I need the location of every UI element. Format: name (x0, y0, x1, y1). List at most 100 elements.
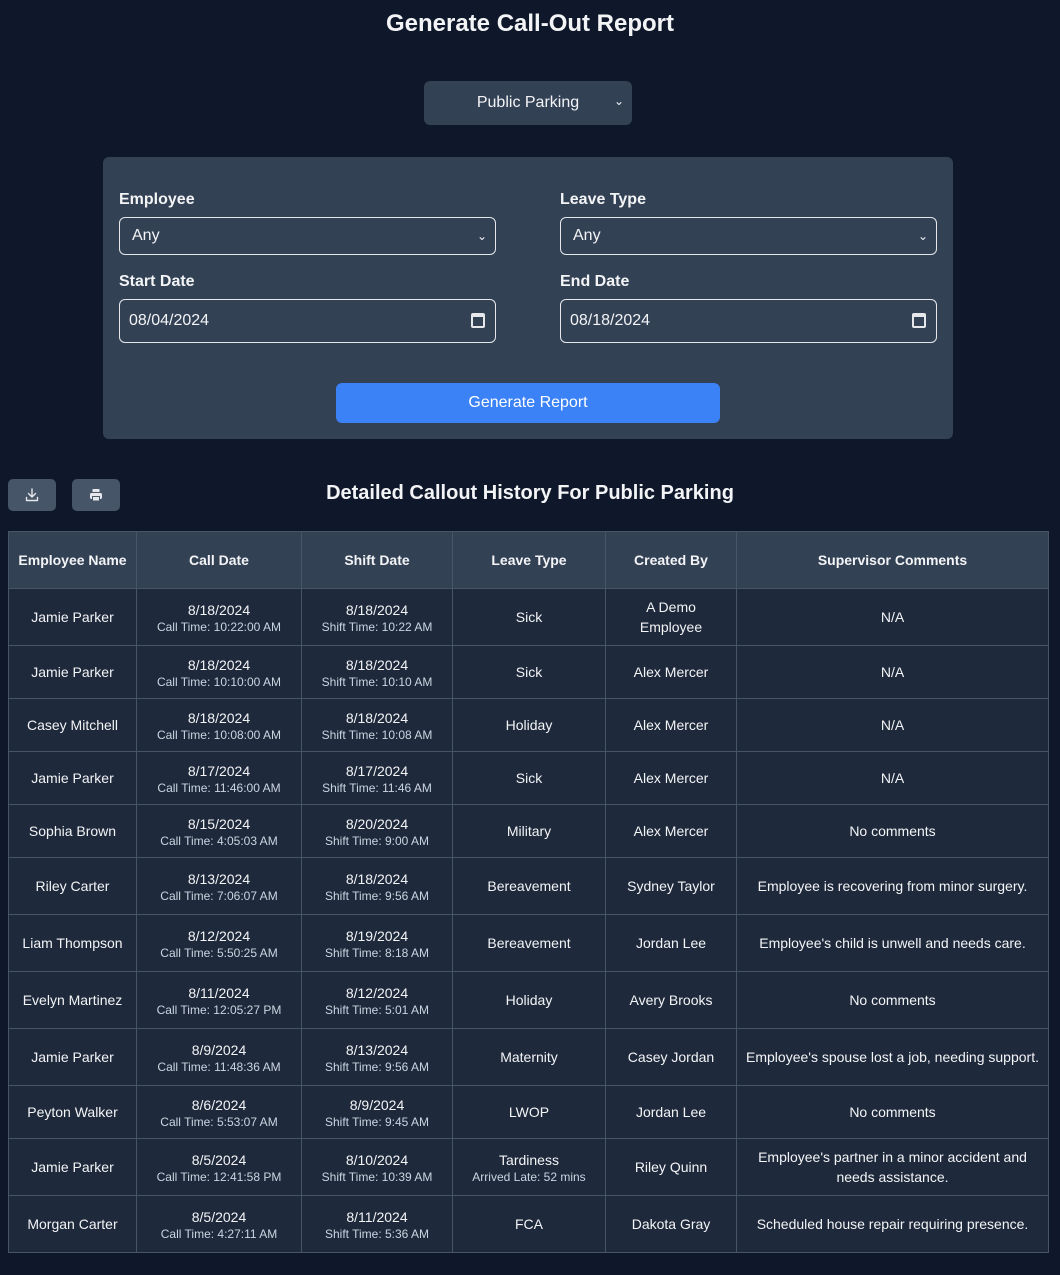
leave-type-cell: Holiday (452, 971, 606, 1029)
supervisor-comment: Employee is recovering from minor surger… (757, 878, 1028, 894)
call-date: 8/18/2024 (187, 657, 251, 673)
shift-date: 8/18/2024 (345, 657, 409, 673)
shift-time: Shift Time: 5:36 AM (324, 1227, 430, 1241)
supervisor-comments-cell: Employee's spouse lost a job, needing su… (736, 1028, 1049, 1086)
employee-name: Jamie Parker (31, 1159, 114, 1175)
shift-date-cell: 8/18/2024 Shift Time: 10:10 AM (301, 645, 453, 699)
created-by: Jordan Lee (635, 935, 707, 951)
chevron-down-icon: ⌄ (613, 94, 624, 108)
supervisor-comment: Employee's spouse lost a job, needing su… (746, 1049, 1039, 1065)
leave-type-cell: Tardiness Arrived Late: 52 mins (452, 1138, 606, 1196)
shift-date: 8/19/2024 (345, 928, 409, 944)
created-by-cell: Sydney Taylor (605, 857, 737, 915)
employee-select[interactable]: Any ⌄ (119, 217, 496, 255)
employee-name: Jamie Parker (31, 770, 114, 786)
shift-date-cell: 8/10/2024 Shift Time: 10:39 AM (301, 1138, 453, 1196)
leave-type: Holiday (505, 717, 553, 733)
leave-type-cell: Military (452, 804, 606, 858)
leave-type: Sick (515, 664, 543, 680)
employee-name-cell: Riley Carter (8, 857, 137, 915)
leave-type-cell: Holiday (452, 698, 606, 752)
employee-name: Sophia Brown (28, 823, 117, 839)
employee-name: Jamie Parker (31, 664, 114, 680)
shift-time: Shift Time: 8:18 AM (324, 946, 430, 960)
location-select[interactable]: Public Parking ⌄ (424, 81, 632, 125)
call-time: Call Time: 10:10:00 AM (156, 675, 282, 689)
call-time: Call Time: 12:05:27 PM (156, 1003, 282, 1017)
supervisor-comments-cell: N/A (736, 645, 1049, 699)
call-date-cell: 8/18/2024 Call Time: 10:22:00 AM (136, 588, 302, 646)
header-leave-type: Leave Type (452, 531, 606, 589)
employee-name: Jamie Parker (31, 609, 114, 625)
generate-report-button[interactable]: Generate Report (336, 383, 720, 423)
calendar-icon[interactable] (471, 313, 485, 328)
chevron-down-icon: ⌄ (917, 229, 928, 243)
shift-time: Shift Time: 10:10 AM (321, 675, 433, 689)
shift-time: Shift Time: 10:08 AM (321, 728, 433, 742)
supervisor-comment: N/A (880, 717, 905, 733)
supervisor-comment: Employee's child is unwell and needs car… (759, 935, 1026, 951)
call-time: Call Time: 12:41:58 PM (156, 1170, 282, 1184)
leave-type-cell: Sick (452, 645, 606, 699)
call-date: 8/18/2024 (187, 710, 251, 726)
supervisor-comment: No comments (849, 823, 936, 839)
employee-name-cell: Jamie Parker (8, 645, 137, 699)
end-date-label: End Date (560, 273, 630, 290)
table-row: Liam Thompson 8/12/2024 Call Time: 5:50:25… (8, 914, 1049, 972)
end-date-input[interactable]: 08/18/2024 (560, 299, 937, 343)
call-date: 8/5/2024 (191, 1209, 247, 1225)
shift-date: 8/11/2024 (346, 1209, 408, 1225)
leave-type: Bereavement (487, 935, 571, 951)
shift-date-cell: 8/17/2024 Shift Time: 11:46 AM (301, 751, 453, 805)
call-time: Call Time: 7:06:07 AM (160, 889, 278, 903)
location-select-value: Public Parking (476, 94, 580, 111)
leave-type: Tardiness (499, 1152, 559, 1168)
header-supervisor-comments: Supervisor Comments (736, 531, 1049, 589)
employee-name-cell: Morgan Carter (8, 1195, 137, 1253)
created-by: Alex Mercer (633, 770, 709, 786)
created-by: Alex Mercer (633, 717, 709, 733)
table-row: Jamie Parker 8/5/2024 Call Time: 12:41:58 … (8, 1138, 1049, 1196)
call-time: Call Time: 5:50:25 AM (160, 946, 278, 960)
employee-name: Liam Thompson (22, 935, 123, 951)
supervisor-comment: No comments (849, 992, 936, 1008)
shift-time: Shift Time: 5:01 AM (324, 1003, 430, 1017)
calendar-icon[interactable] (912, 313, 926, 328)
report-title: Detailed Callout History For Public Park… (326, 482, 734, 504)
shift-date-cell: 8/19/2024 Shift Time: 8:18 AM (301, 914, 453, 972)
created-by: A Demo Employee (639, 599, 703, 635)
call-date: 8/17/2024 (187, 763, 251, 779)
header-employee-name: Employee Name (8, 531, 137, 589)
created-by: Casey Jordan (627, 1049, 715, 1065)
shift-time: Shift Time: 9:00 AM (324, 834, 430, 848)
leave-type-select[interactable]: Any ⌄ (560, 217, 937, 255)
shift-time: Shift Time: 9:56 AM (324, 1060, 430, 1074)
supervisor-comments-cell: No comments (736, 804, 1049, 858)
header-call-date: Call Date (136, 531, 302, 589)
shift-date: 8/20/2024 (345, 816, 409, 832)
header-shift-date: Shift Date (301, 531, 453, 589)
leave-type-cell: Bereavement (452, 914, 606, 972)
call-time: Call Time: 11:48:36 AM (157, 1060, 281, 1074)
created-by: Sydney Taylor (627, 878, 715, 894)
callout-history-table: Employee Name Call Date Shift Date Leave… (8, 531, 1049, 1253)
leave-type: Sick (515, 609, 543, 625)
supervisor-comment: No comments (849, 1104, 936, 1120)
shift-date: 8/12/2024 (345, 985, 409, 1001)
start-date-input[interactable]: 08/04/2024 (119, 299, 496, 343)
created-by-cell: Dakota Gray (605, 1195, 737, 1253)
employee-name-cell: Jamie Parker (8, 588, 137, 646)
created-by: Alex Mercer (633, 823, 709, 839)
call-time: Call Time: 10:22:00 AM (156, 620, 282, 634)
call-date: 8/18/2024 (187, 602, 251, 618)
created-by-cell: Alex Mercer (605, 645, 737, 699)
supervisor-comments-cell: N/A (736, 588, 1049, 646)
table-row: Jamie Parker 8/17/2024 Call Time: 11:46:00… (8, 751, 1049, 805)
table-row: Morgan Carter 8/5/2024 Call Time: 4:27:11 … (8, 1195, 1049, 1253)
page-title: Generate Call-Out Report (385, 10, 675, 37)
employee-name-cell: Jamie Parker (8, 1138, 137, 1196)
shift-date-cell: 8/13/2024 Shift Time: 9:56 AM (301, 1028, 453, 1086)
shift-date-cell: 8/11/2024 Shift Time: 5:36 AM (301, 1195, 453, 1253)
created-by-cell: Casey Jordan (605, 1028, 737, 1086)
call-date: 8/13/2024 (187, 871, 251, 887)
